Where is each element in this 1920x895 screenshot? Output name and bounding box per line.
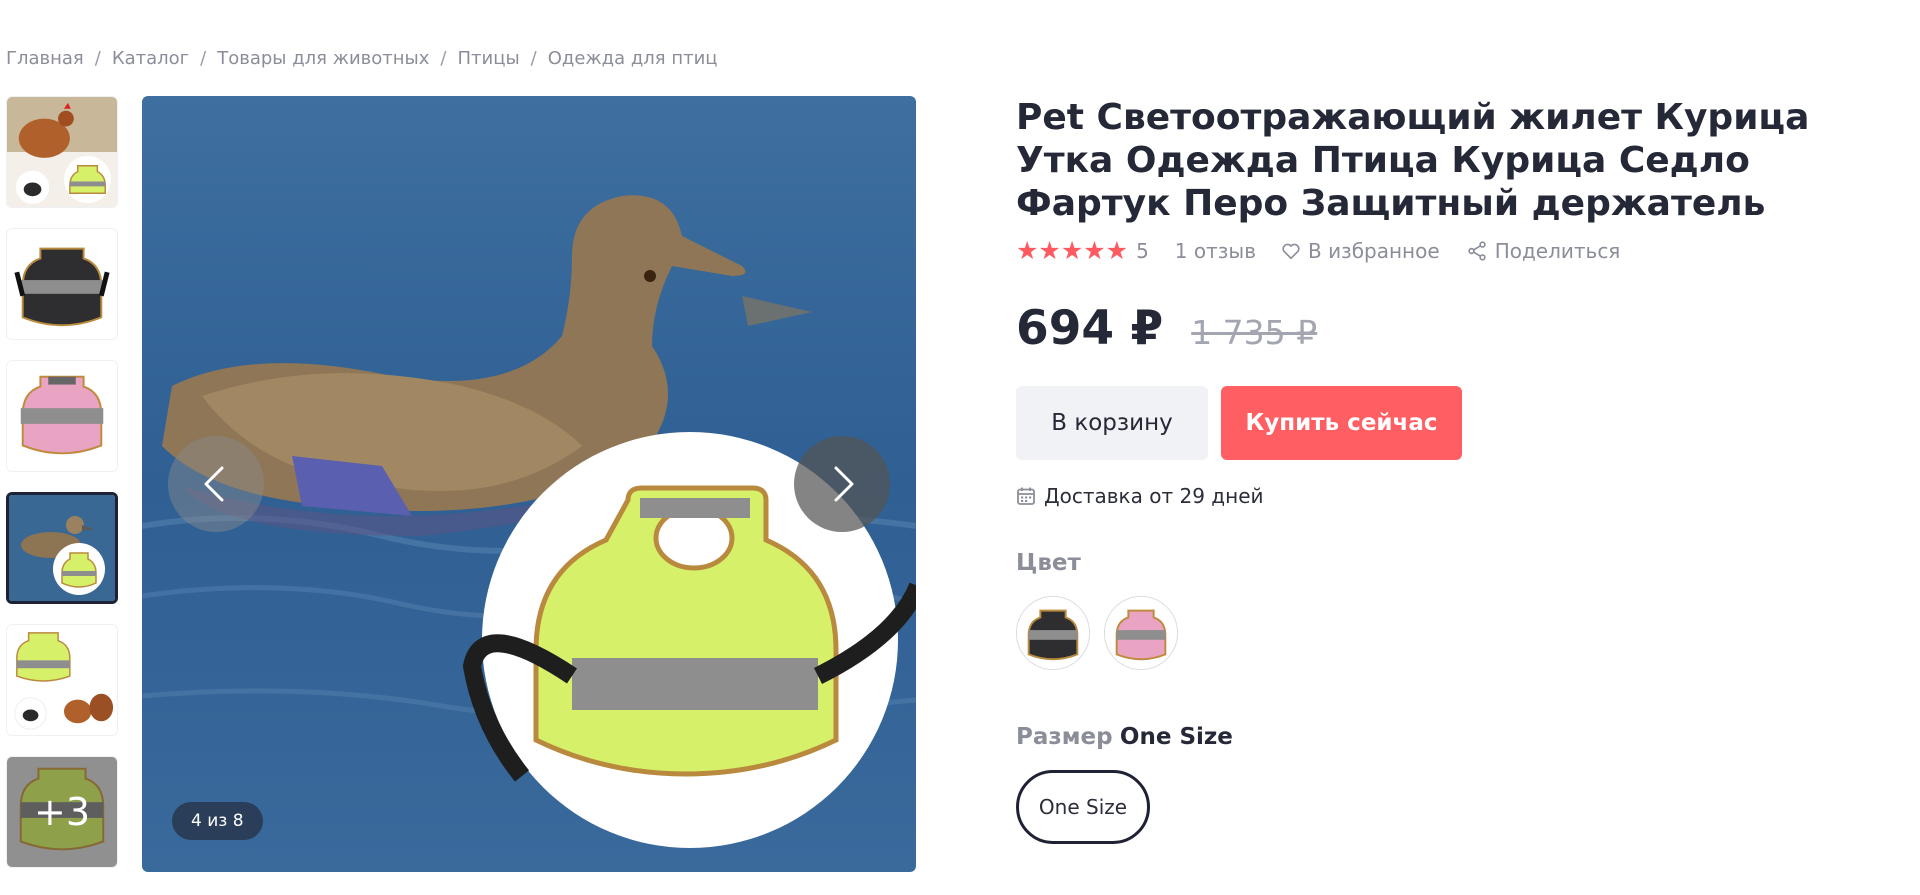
thumbnail-5[interactable] — [6, 624, 118, 736]
thumbnail-image — [7, 361, 117, 471]
color-swatch-pink[interactable] — [1104, 596, 1178, 670]
black-vest-swatch-image — [1017, 597, 1089, 669]
color-swatches — [1016, 596, 1916, 670]
thumbnail-4[interactable] — [6, 492, 118, 604]
breadcrumb-separator: / — [200, 48, 207, 69]
product-info: Pet Светоотражающий жилет Курица Утка Од… — [1016, 96, 1916, 844]
heart-icon — [1282, 243, 1300, 259]
breadcrumb-bird-clothing[interactable]: Одежда для птиц — [548, 48, 718, 69]
thumbnail-3[interactable] — [6, 360, 118, 472]
image-counter: 4 из 8 — [172, 802, 263, 840]
more-images-label: +3 — [7, 757, 117, 867]
share-label: Поделиться — [1494, 238, 1621, 263]
rating-stars: ★★★★★ — [1016, 236, 1129, 265]
thumbnail-image — [7, 97, 117, 207]
thumbnail-image — [7, 625, 117, 735]
size-label: Размер — [1016, 724, 1113, 750]
main-product-image[interactable]: 4 из 8 — [142, 96, 916, 872]
chevron-right-icon — [834, 466, 854, 502]
delivery-text: Доставка от 29 дней — [1044, 484, 1264, 508]
color-label: Цвет — [1016, 550, 1081, 576]
thumbnail-1[interactable] — [6, 96, 118, 208]
breadcrumb-birds[interactable]: Птицы — [457, 48, 519, 69]
color-swatch-black[interactable] — [1016, 596, 1090, 670]
delivery-info: Доставка от 29 дней — [1016, 484, 1916, 508]
share-icon — [1467, 240, 1486, 261]
previous-image-button[interactable] — [168, 436, 264, 532]
breadcrumb-catalog[interactable]: Каталог — [112, 48, 189, 69]
share-button[interactable]: Поделиться — [1466, 238, 1621, 263]
thumbnail-more[interactable]: +3 — [6, 756, 118, 868]
pink-vest-swatch-image — [1105, 597, 1177, 669]
breadcrumb-separator: / — [440, 48, 447, 69]
breadcrumb-home[interactable]: Главная — [6, 48, 84, 69]
breadcrumb: Главная / Каталог / Товары для животных … — [6, 48, 718, 69]
add-to-cart-button[interactable]: В корзину — [1016, 386, 1208, 460]
buy-now-button[interactable]: Купить сейчас — [1221, 386, 1462, 460]
size-row: Размер One Size — [1016, 724, 1916, 750]
product-meta: ★★★★★ 5 1 отзыв В избранное Поделиться — [1016, 236, 1916, 265]
product-title: Pet Светоотражающий жилет Курица Утка Од… — [1016, 97, 1810, 224]
reviews-link[interactable]: 1 отзыв — [1175, 239, 1256, 263]
selected-size: One Size — [1119, 724, 1233, 750]
thumbnail-image — [7, 229, 117, 339]
breadcrumb-pet-goods[interactable]: Товары для животных — [217, 48, 429, 69]
current-price: 694 ₽ — [1016, 301, 1164, 356]
chevron-left-icon — [204, 466, 224, 502]
purchase-buttons: В корзину Купить сейчас — [1016, 386, 1916, 460]
rating-value: 5 — [1136, 238, 1149, 263]
breadcrumb-separator: / — [530, 48, 537, 69]
size-option-one-size[interactable]: One Size — [1016, 770, 1150, 844]
thumbnail-image — [9, 495, 115, 601]
next-image-button[interactable] — [794, 436, 890, 532]
old-price: 1 735 ₽ — [1191, 313, 1318, 352]
thumbnail-2[interactable] — [6, 228, 118, 340]
price-block: 694 ₽ 1 735 ₽ — [1016, 301, 1916, 356]
favorites-label: В избранное — [1307, 238, 1440, 263]
add-to-favorites-button[interactable]: В избранное — [1280, 239, 1440, 263]
calendar-icon — [1017, 487, 1035, 505]
breadcrumb-separator: / — [94, 48, 101, 69]
